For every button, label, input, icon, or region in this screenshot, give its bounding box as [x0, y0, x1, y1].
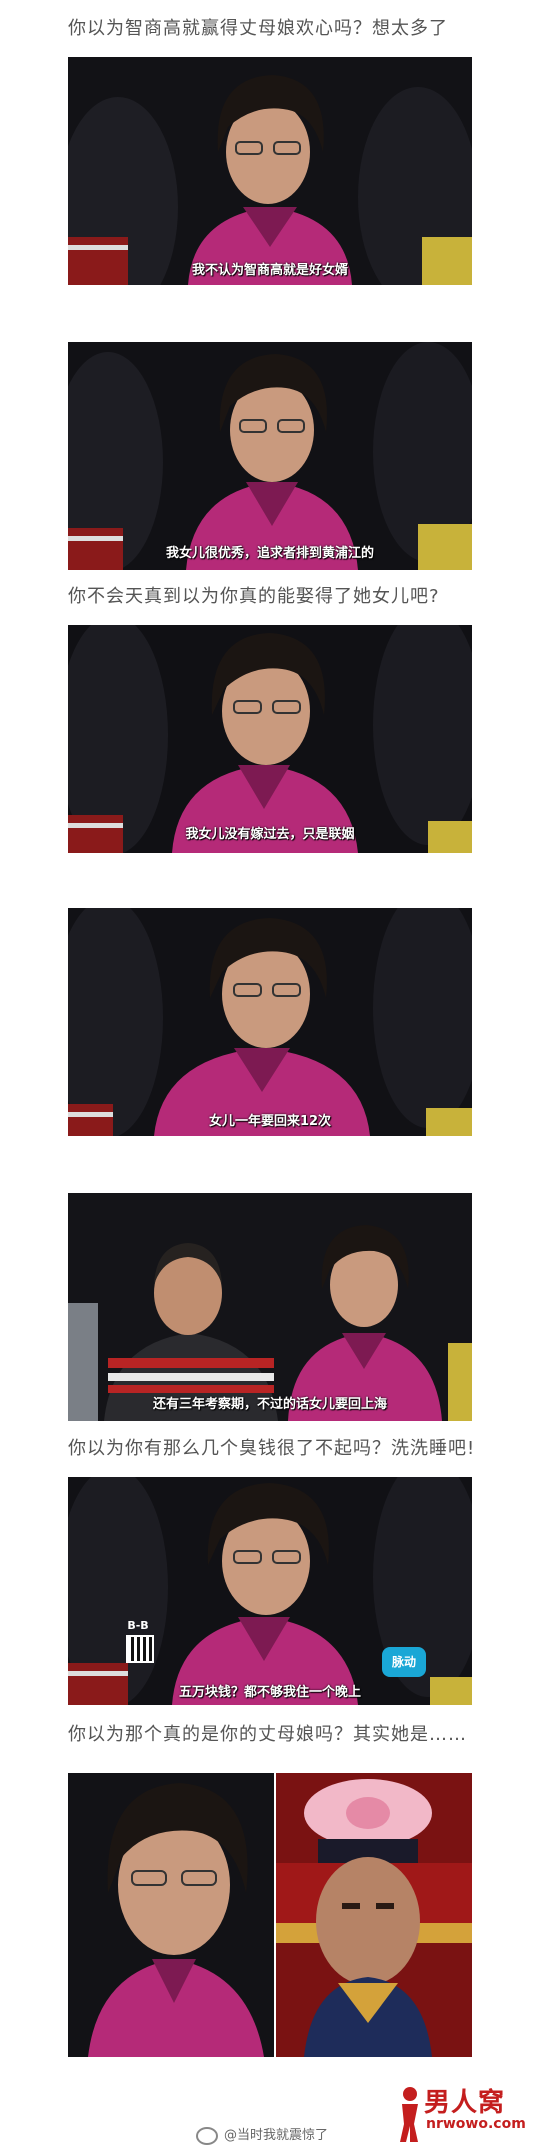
video-frame-3: 我女儿没有嫁过去，只是联姻 — [68, 625, 472, 853]
subtitle-4: 女儿一年要回来12次 — [208, 1114, 332, 1129]
comparison-portraits — [68, 1773, 472, 2057]
subtitle-1: 我不认为智商高就是好女婿 — [191, 263, 348, 278]
caption-3: 你以为你有那么几个臭钱很了不起吗？洗洗睡吧! — [68, 1438, 476, 1459]
weibo-watermark: @当时我就震惊了 — [196, 2124, 328, 2145]
comparison-frame — [68, 1773, 472, 2057]
woman-portrait — [68, 625, 472, 853]
brand-figure-icon — [400, 2087, 418, 2142]
woman-portrait — [68, 908, 472, 1136]
subtitle-5: 还有三年考察期，不过的话女儿要回上海 — [152, 1397, 387, 1412]
video-frame-4: 女儿一年要回来12次 — [68, 908, 472, 1136]
brand-url: nrwowo.com — [426, 2116, 526, 2132]
weibo-handle: @当时我就震惊了 — [224, 2128, 329, 2143]
qr-code-icon — [126, 1635, 154, 1663]
caption-2: 你不会天真到以为你真的能娶得了她女儿吧? — [68, 586, 440, 607]
woman-portrait — [68, 342, 472, 570]
bb-channel-logo: B-B — [120, 1619, 156, 1667]
couple-portrait — [68, 1193, 472, 1421]
video-frame-2: 我女儿很优秀，追求者排到黄浦江的 — [68, 342, 472, 570]
channel-logo: 脉动 — [382, 1647, 426, 1677]
weibo-icon — [196, 2126, 218, 2145]
video-frame-6: B-B 脉动 五万块钱？都不够我住一个晚上 — [68, 1477, 472, 1705]
brand-name: 男人窝 — [424, 2088, 506, 2118]
brand-logo: 男人窝 nrwowo.com — [398, 2080, 528, 2150]
subtitle-6: 五万块钱？都不够我住一个晚上 — [178, 1685, 361, 1700]
caption-1: 你以为智商高就赢得丈母娘欢心吗？想太多了 — [68, 18, 448, 39]
subtitle-3: 我女儿没有嫁过去，只是联姻 — [185, 827, 355, 842]
bb-logo-text: B-B — [127, 1619, 149, 1632]
subtitle-2: 我女儿很优秀，追求者排到黄浦江的 — [165, 546, 374, 561]
split-divider — [274, 1773, 276, 2057]
video-frame-5: 还有三年考察期，不过的话女儿要回上海 — [68, 1193, 472, 1421]
woman-portrait — [68, 57, 472, 285]
caption-4: 你以为那个真的是你的丈母娘吗？其实她是…… — [68, 1724, 467, 1745]
video-frame-1: 我不认为智商高就是好女婿 — [68, 57, 472, 285]
